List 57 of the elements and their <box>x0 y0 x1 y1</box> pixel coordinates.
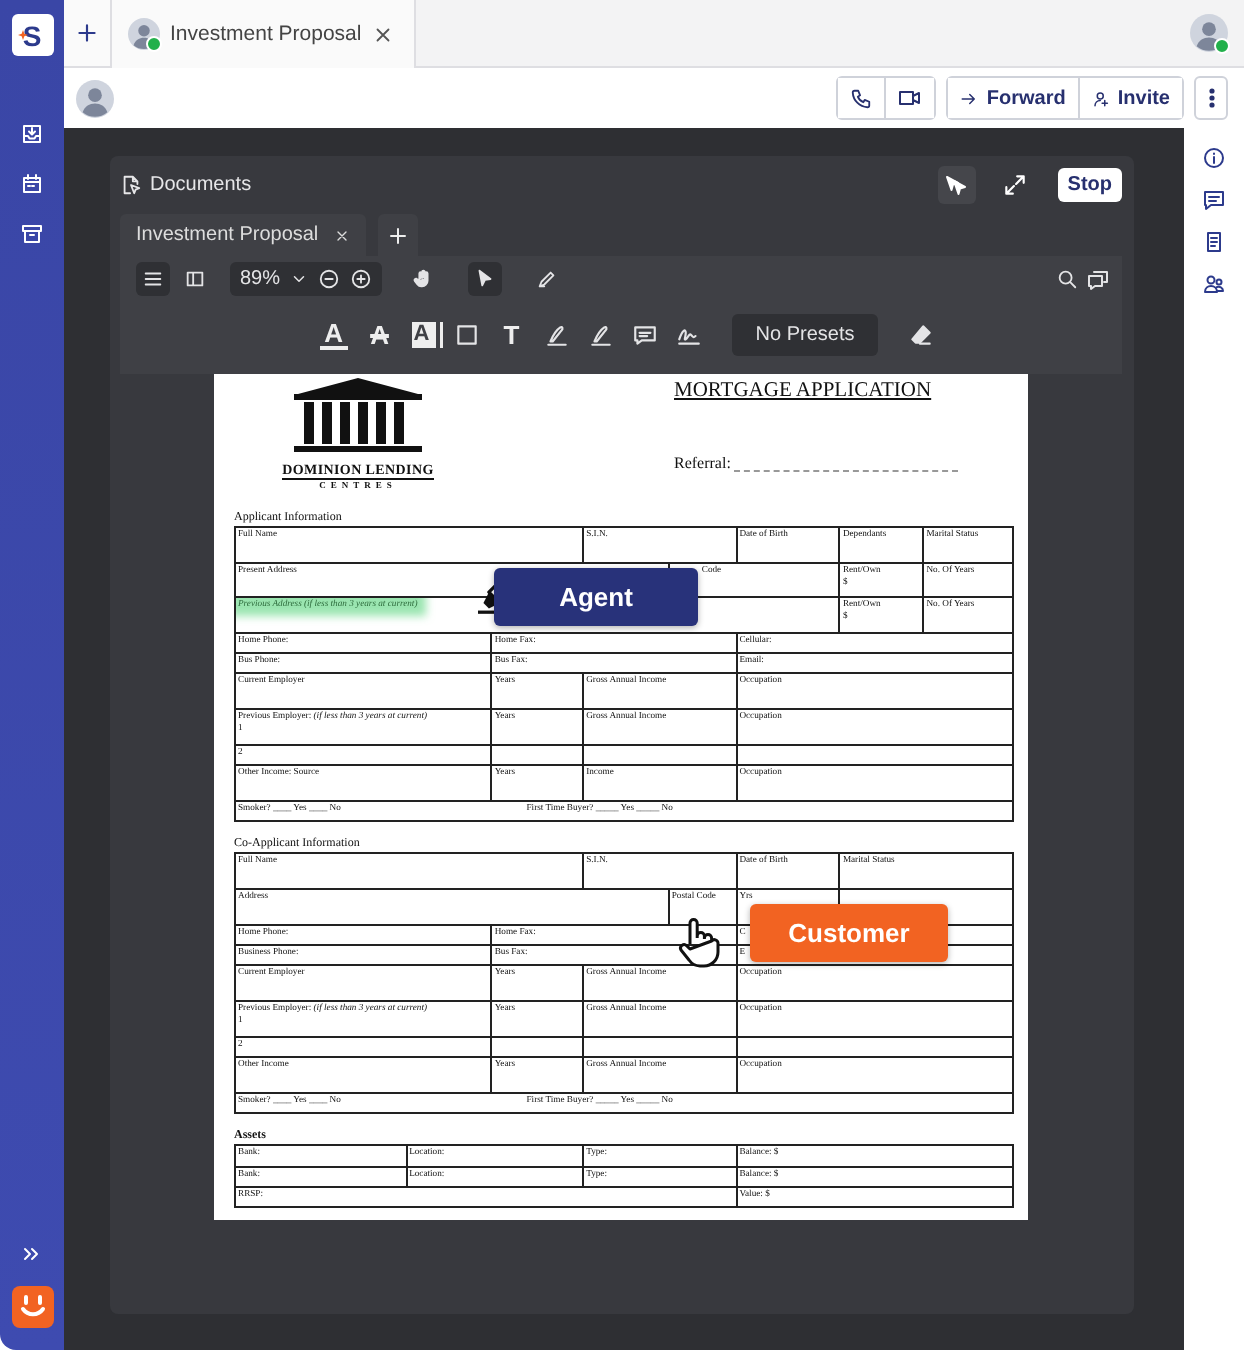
customer-cursor-label: Customer <box>750 904 948 962</box>
conversation-tab[interactable]: Investment Proposal <box>112 0 416 68</box>
sidebar-toggle-icon <box>184 268 206 290</box>
avatar[interactable] <box>76 79 114 117</box>
zoom-out-icon[interactable] <box>318 268 341 290</box>
menu-tool[interactable] <box>136 262 170 296</box>
pointer-tool[interactable] <box>468 262 503 296</box>
document-tab[interactable]: Investment Proposal <box>120 214 367 256</box>
document-icon[interactable] <box>1202 230 1226 254</box>
person-add-icon <box>1091 89 1110 107</box>
invite-button[interactable]: Invite <box>1077 78 1182 118</box>
zoom-level[interactable]: 89% <box>240 268 281 290</box>
more-button[interactable] <box>1194 76 1228 120</box>
panel-title: Documents <box>150 174 252 196</box>
archive-icon[interactable] <box>20 222 44 246</box>
app-logo[interactable]: S <box>11 14 53 56</box>
text-tool[interactable]: T <box>497 319 526 349</box>
smiley-icon[interactable] <box>11 1286 53 1328</box>
expand-sidebar-icon[interactable] <box>20 1242 44 1266</box>
video-icon <box>898 86 923 110</box>
zoom-in-icon[interactable] <box>350 268 373 290</box>
text-color-tool[interactable]: A <box>319 319 348 349</box>
arrow-icon <box>960 89 979 107</box>
comment-tool-icon[interactable] <box>631 321 658 347</box>
search-icon[interactable] <box>1056 268 1078 290</box>
hand-cursor-icon <box>676 916 720 968</box>
new-tab-icon[interactable] <box>386 223 411 247</box>
cursors-icon <box>944 173 969 197</box>
form-title: MORTGAGE APPLICATION <box>674 380 934 402</box>
comments-icon[interactable] <box>1086 267 1110 291</box>
rectangle-tool-icon[interactable] <box>453 321 480 347</box>
document-icon <box>120 174 142 196</box>
agent-cursor-label: Agent <box>494 568 698 626</box>
chat-icon[interactable] <box>1202 188 1226 212</box>
pen-tool-icon[interactable] <box>587 321 614 347</box>
phone-icon <box>850 87 873 109</box>
people-icon[interactable] <box>1202 272 1226 296</box>
pen-tool-icon[interactable] <box>543 321 570 347</box>
calendar-icon[interactable] <box>20 172 44 196</box>
presets-dropdown[interactable]: No Presets <box>731 313 879 355</box>
info-icon[interactable] <box>1202 146 1226 170</box>
eraser-icon[interactable] <box>908 321 935 347</box>
chevron-down-icon[interactable] <box>290 270 309 288</box>
close-icon[interactable] <box>372 23 394 45</box>
inbox-icon[interactable] <box>20 122 44 146</box>
pointer-icon <box>474 268 497 290</box>
strikethrough-tool[interactable]: A <box>365 319 394 349</box>
referral-label: Referral: <box>674 454 731 472</box>
expand-icon[interactable] <box>1001 172 1028 198</box>
menu-icon <box>142 268 164 290</box>
close-icon[interactable] <box>334 227 351 243</box>
hand-icon <box>412 268 435 290</box>
follow-pointer-button[interactable] <box>937 166 976 204</box>
video-call-button[interactable] <box>884 78 935 118</box>
stop-button[interactable]: Stop <box>1057 168 1122 202</box>
new-tab-icon[interactable] <box>74 20 100 46</box>
pen-icon <box>536 268 559 290</box>
